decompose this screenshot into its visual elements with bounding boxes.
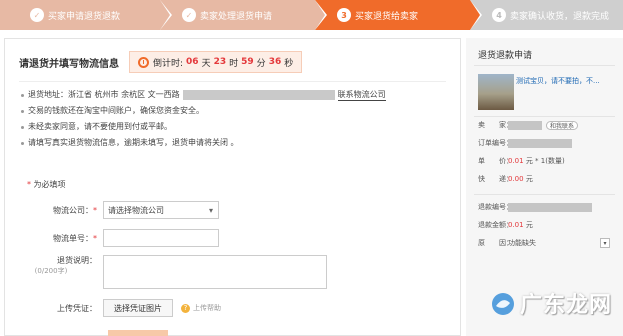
upload-help-text: 上传帮助: [193, 304, 221, 312]
countdown-minutes-unit: 分: [256, 58, 266, 69]
chevron-down-icon: ▾: [208, 206, 213, 215]
upload-help-link[interactable]: ? 上传帮助: [181, 303, 221, 313]
tracking-row: 物流单号：*: [5, 229, 219, 247]
info-text: 交易的钱款还在淘宝中间账户，确保您资金安全。: [28, 106, 204, 115]
company-row: 物流公司：* 请选择物流公司 ▾: [5, 201, 219, 219]
select-value: 请选择物流公司: [108, 205, 164, 215]
info-address: 退货地址：浙江省 杭州市 余杭区 文一西路 联系物流公司: [21, 87, 451, 103]
countdown-hours: 23: [213, 57, 227, 67]
progress-steps: ✓ 买家申请退货退款 ✓ 卖家处理退货申请 3 买家退货给卖家 4 卖家确认收货…: [0, 0, 623, 30]
price-suffix: 元 * 1(数量): [525, 157, 565, 165]
countdown-days-unit: 天: [201, 58, 211, 69]
reason-row: 原 因： 功能缺失: [478, 238, 536, 248]
contact-seller-button[interactable]: 和我联系: [546, 120, 579, 130]
required-note-text: 为必填项: [33, 180, 66, 189]
step-4: 4 卖家确认收货，退款完成: [470, 0, 623, 30]
required-note: * 为必填项: [27, 180, 66, 189]
order-label: 订单编号：: [478, 139, 513, 147]
desc-row: 退货说明： (0/200字): [5, 255, 327, 289]
watermark: 广东龙网: [490, 285, 618, 329]
countdown: 倒计时: 06 天 23 时 59 分 36 秒: [129, 51, 303, 73]
company-label: 物流公司：*: [53, 205, 97, 215]
refund-no-label: 退款编号：: [478, 203, 513, 211]
help-icon: ?: [181, 303, 190, 313]
divider: [474, 116, 615, 117]
check-icon: ✓: [30, 8, 44, 22]
step-1-label: 买家申请退货退款: [48, 11, 121, 22]
shipping-unit: 元: [525, 175, 533, 183]
step-3: 3 买家退货给卖家: [315, 0, 482, 30]
price-row: 单 价： 0.01 元 * 1(数量): [478, 156, 565, 166]
refund-no-row: 退款编号：: [478, 202, 592, 212]
info-text: 未经卖家同意，请不要使用到付或平邮。: [28, 122, 172, 131]
redacted-address: [182, 90, 335, 100]
step-1: ✓ 买家申请退货退款: [0, 0, 172, 30]
countdown-hours-unit: 时: [229, 58, 239, 69]
countdown-days: 06: [186, 57, 199, 67]
step-2-label: 卖家处理退货申请: [200, 11, 273, 22]
upload-label: 上传凭证：: [57, 303, 97, 313]
tracking-number-input[interactable]: [103, 229, 219, 247]
step-2: ✓ 卖家处理退货申请: [160, 0, 327, 30]
upload-row: 上传凭证： 选择凭证图片 ? 上传帮助: [5, 299, 221, 317]
redacted-seller: [508, 120, 542, 130]
product-link[interactable]: 测试宝贝，请不要拍，不...: [516, 76, 600, 86]
shipping-row: 快 递： 0.00 元: [478, 174, 533, 184]
redacted-order: [508, 138, 572, 148]
order-row: 订单编号：: [478, 138, 572, 148]
info-list: 退货地址：浙江省 杭州市 余杭区 文一西路 联系物流公司 交易的钱款还在淘宝中间…: [21, 87, 451, 151]
price-value: 0.01: [508, 157, 524, 165]
char-counter: (0/200字): [34, 267, 68, 275]
countdown-seconds: 36: [268, 57, 282, 67]
select-image-button[interactable]: 选择凭证图片: [103, 299, 173, 317]
refund-amount-label: 退款金额：: [478, 221, 513, 229]
contact-logistics-link[interactable]: 联系物流公司: [337, 90, 386, 101]
countdown-label: 倒计时:: [153, 58, 184, 69]
step-3-number: 3: [337, 8, 351, 22]
return-form-panel: 请退货并填写物流信息 倒计时: 06 天 23 时 59 分 36 秒 退货地址…: [4, 38, 461, 336]
info-line: 交易的钱款还在淘宝中间账户，确保您资金安全。: [21, 103, 451, 119]
expand-reason-toggle[interactable]: ▾: [600, 238, 610, 248]
reason-value: 功能缺失: [508, 239, 536, 247]
info-line: 请填写真实退货物流信息，逾期未填写，退货申请将关闭 。: [21, 135, 451, 151]
redacted-refund-no: [508, 202, 592, 212]
shipping-label: 快 递：: [478, 175, 513, 183]
countdown-seconds-unit: 秒: [284, 58, 294, 69]
step-3-label: 买家退货给卖家: [355, 11, 419, 22]
check-icon: ✓: [182, 8, 196, 22]
address-text: 退货地址：浙江省 杭州市 余杭区 文一西路: [28, 90, 180, 99]
title-row: 请退货并填写物流信息 倒计时: 06 天 23 时 59 分 36 秒: [19, 51, 303, 73]
watermark-text: 广东龙网: [520, 293, 613, 318]
refund-amount-row: 退款金额： 0.01 元: [478, 220, 533, 230]
clock-icon: [138, 56, 149, 68]
tracking-label: 物流单号：*: [53, 233, 97, 243]
sidebar-title: 退货退款申请: [478, 51, 533, 61]
refund-amount-unit: 元: [525, 221, 533, 229]
divider: [474, 194, 615, 195]
info-text: 请填写真实退货物流信息，逾期未填写，退货申请将关闭 。: [28, 138, 239, 147]
logistics-company-select[interactable]: 请选择物流公司 ▾: [103, 201, 219, 219]
divider: [474, 65, 615, 66]
seller-row: 卖 家： 和我联系: [478, 120, 579, 130]
return-description-textarea[interactable]: [103, 255, 327, 289]
submit-button[interactable]: [108, 330, 168, 336]
divider: [19, 81, 446, 82]
refund-amount-value: 0.01: [508, 221, 524, 229]
product-thumbnail[interactable]: [478, 74, 514, 110]
page-title: 请退货并填写物流信息: [19, 58, 119, 70]
reason-label: 原 因：: [478, 239, 513, 247]
desc-label: 退货说明： (0/200字): [5, 255, 103, 276]
price-label: 单 价：: [478, 157, 513, 165]
seller-label: 卖 家：: [478, 121, 513, 129]
info-line: 未经卖家同意，请不要使用到付或平邮。: [21, 119, 451, 135]
watermark-logo-icon: [492, 293, 514, 315]
shipping-value: 0.00: [508, 175, 524, 183]
step-4-number: 4: [492, 8, 506, 22]
countdown-minutes: 59: [241, 57, 254, 67]
step-4-label: 卖家确认收货，退款完成: [510, 11, 610, 22]
